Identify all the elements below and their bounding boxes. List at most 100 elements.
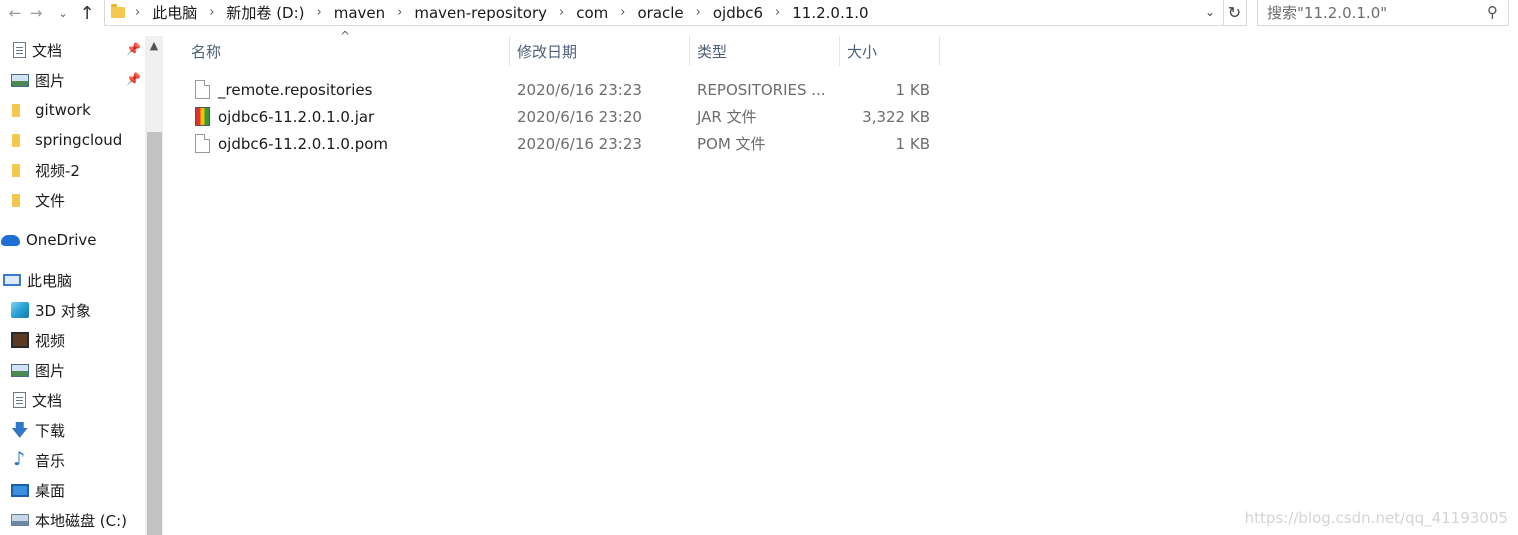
sidebar-item-label: 本地磁盘 (C:) bbox=[35, 511, 127, 530]
scroll-up-arrow-icon[interactable]: ▲ bbox=[145, 36, 163, 54]
sidebar-item-label: 此电脑 bbox=[27, 271, 73, 290]
sidebar-item-label: 文档 bbox=[32, 391, 63, 410]
sidebar-item-pictures[interactable]: 图片 bbox=[0, 357, 145, 383]
arrow-left-icon[interactable]: ← bbox=[4, 0, 26, 26]
file-size: 1 KB bbox=[895, 80, 930, 99]
sidebar-item-videos[interactable]: 视频 bbox=[0, 327, 145, 353]
file-icon bbox=[195, 134, 210, 153]
this-pc-icon bbox=[3, 274, 21, 286]
breadcrumb[interactable]: › 此电脑 › 新加卷 (D:) › maven › maven-reposit… bbox=[104, 0, 1224, 26]
breadcrumb-item[interactable]: maven bbox=[334, 4, 385, 22]
sidebar-item-label: 图片 bbox=[35, 361, 66, 380]
sidebar-item-desktop[interactable]: 桌面 bbox=[0, 477, 145, 503]
column-header-date[interactable]: 修改日期 bbox=[517, 36, 689, 66]
search-icon[interactable]: ⚲ bbox=[1487, 3, 1498, 21]
sidebar-item-label: 文件 bbox=[35, 191, 66, 210]
sidebar-item-this-pc[interactable]: 此电脑 bbox=[0, 267, 145, 293]
3d-objects-icon bbox=[11, 302, 29, 318]
chevron-right-icon[interactable]: › bbox=[775, 5, 780, 20]
drive-icon bbox=[11, 514, 29, 526]
folder-icon bbox=[12, 193, 20, 207]
breadcrumb-item[interactable]: ojdbc6 bbox=[713, 4, 763, 22]
document-icon bbox=[13, 42, 26, 58]
file-row[interactable]: ojdbc6-11.2.0.1.0.jar 2020/6/16 23:20 JA… bbox=[188, 103, 940, 130]
watermark: https://blog.csdn.net/qq_41193005 bbox=[1244, 509, 1508, 527]
column-divider[interactable] bbox=[839, 36, 840, 66]
sidebar-item-label: 图片 bbox=[35, 71, 66, 90]
onedrive-icon bbox=[1, 234, 20, 246]
sidebar-item-label: 音乐 bbox=[35, 451, 66, 470]
navigation-pane: 文档 📌 图片 📌 gitwork springcloud 视频-2 文件 On… bbox=[0, 36, 145, 535]
file-name[interactable]: ojdbc6-11.2.0.1.0.pom bbox=[218, 130, 388, 157]
folder-icon bbox=[12, 103, 20, 117]
file-name[interactable]: _remote.repositories bbox=[218, 76, 372, 103]
arrow-up-icon[interactable]: ↑ bbox=[76, 0, 98, 26]
file-date: 2020/6/16 23:23 bbox=[517, 134, 642, 153]
folder-icon bbox=[12, 163, 20, 177]
sidebar-item-label: springcloud bbox=[35, 131, 123, 149]
sidebar-item-downloads[interactable]: 下载 bbox=[0, 417, 145, 447]
sidebar-item-files[interactable]: 文件 bbox=[0, 187, 145, 213]
jar-file-icon bbox=[195, 107, 210, 126]
file-row[interactable]: ojdbc6-11.2.0.1.0.pom 2020/6/16 23:23 PO… bbox=[188, 130, 940, 157]
sidebar-scrollbar-thumb[interactable] bbox=[147, 132, 162, 535]
folder-icon bbox=[111, 4, 125, 18]
sidebar-item-3d-objects[interactable]: 3D 对象 bbox=[0, 297, 145, 323]
column-divider[interactable] bbox=[689, 36, 690, 66]
chevron-right-icon[interactable]: › bbox=[135, 5, 140, 20]
column-divider[interactable] bbox=[509, 36, 510, 66]
chevron-right-icon[interactable]: › bbox=[559, 5, 564, 20]
file-date: 2020/6/16 23:23 bbox=[517, 80, 642, 99]
sidebar-item-label: 文档 bbox=[32, 41, 63, 60]
chevron-right-icon[interactable]: › bbox=[317, 5, 322, 20]
column-header-type[interactable]: 类型 bbox=[697, 36, 839, 66]
file-size: 3,322 KB bbox=[862, 107, 930, 126]
breadcrumb-item[interactable]: oracle bbox=[637, 4, 683, 22]
column-divider[interactable] bbox=[939, 36, 940, 66]
file-type: JAR 文件 bbox=[697, 108, 757, 126]
breadcrumb-item[interactable]: 此电脑 bbox=[152, 2, 197, 23]
picture-icon bbox=[11, 73, 29, 87]
refresh-icon[interactable]: ↻ bbox=[1223, 0, 1247, 26]
breadcrumb-item[interactable]: 新加卷 (D:) bbox=[226, 2, 304, 23]
chevron-right-icon[interactable]: › bbox=[620, 5, 625, 20]
sidebar-item-video-2[interactable]: 视频-2 bbox=[0, 157, 145, 183]
sidebar-item-gitwork[interactable]: gitwork bbox=[0, 97, 145, 123]
sidebar-item-onedrive[interactable]: OneDrive bbox=[0, 227, 145, 253]
file-date: 2020/6/16 23:20 bbox=[517, 107, 642, 126]
sidebar-item-label: 视频-2 bbox=[35, 161, 80, 180]
sidebar-item-documents-pinned[interactable]: 文档 📌 bbox=[0, 37, 145, 63]
chevron-right-icon[interactable]: › bbox=[397, 5, 402, 20]
pin-icon[interactable]: 📌 bbox=[126, 42, 141, 56]
pin-icon[interactable]: 📌 bbox=[126, 72, 141, 86]
chevron-right-icon[interactable]: › bbox=[696, 5, 701, 20]
folder-icon bbox=[12, 133, 20, 147]
file-type: REPOSITORIES ... bbox=[697, 80, 826, 99]
breadcrumb-item[interactable]: com bbox=[576, 4, 608, 22]
search-input[interactable]: 搜索"11.2.0.1.0" ⚲ bbox=[1257, 0, 1509, 26]
address-dropdown-icon[interactable]: ⌄ bbox=[1201, 2, 1219, 22]
sidebar-item-music[interactable]: 音乐 bbox=[0, 447, 145, 473]
sidebar-item-local-disk-c[interactable]: 本地磁盘 (C:) bbox=[0, 507, 145, 533]
column-header-name[interactable]: 名称 bbox=[191, 36, 509, 66]
breadcrumb-item[interactable]: 11.2.0.1.0 bbox=[792, 4, 868, 22]
address-bar-row: ← → ⌄ ↑ › 此电脑 › 新加卷 (D:) › maven › maven… bbox=[0, 0, 1518, 26]
file-row[interactable]: _remote.repositories 2020/6/16 23:23 REP… bbox=[188, 76, 940, 103]
column-header-size[interactable]: 大小 bbox=[847, 36, 939, 66]
arrow-right-icon[interactable]: → bbox=[25, 0, 47, 26]
sidebar-item-label: 视频 bbox=[35, 331, 66, 350]
breadcrumb-item[interactable]: maven-repository bbox=[414, 4, 547, 22]
chevron-right-icon[interactable]: › bbox=[209, 5, 214, 20]
download-icon bbox=[11, 418, 29, 447]
chevron-down-icon[interactable]: ⌄ bbox=[52, 0, 74, 26]
sidebar-item-springcloud[interactable]: springcloud bbox=[0, 127, 145, 153]
desktop-icon bbox=[11, 483, 29, 497]
music-icon bbox=[11, 448, 29, 470]
sidebar-item-pictures-pinned[interactable]: 图片 📌 bbox=[0, 67, 145, 93]
video-icon bbox=[11, 332, 29, 348]
file-type: POM 文件 bbox=[697, 135, 766, 153]
file-name[interactable]: ojdbc6-11.2.0.1.0.jar bbox=[218, 103, 374, 130]
sidebar-item-label: 3D 对象 bbox=[35, 301, 91, 320]
sidebar-item-documents[interactable]: 文档 bbox=[0, 387, 145, 413]
file-icon bbox=[195, 80, 210, 99]
